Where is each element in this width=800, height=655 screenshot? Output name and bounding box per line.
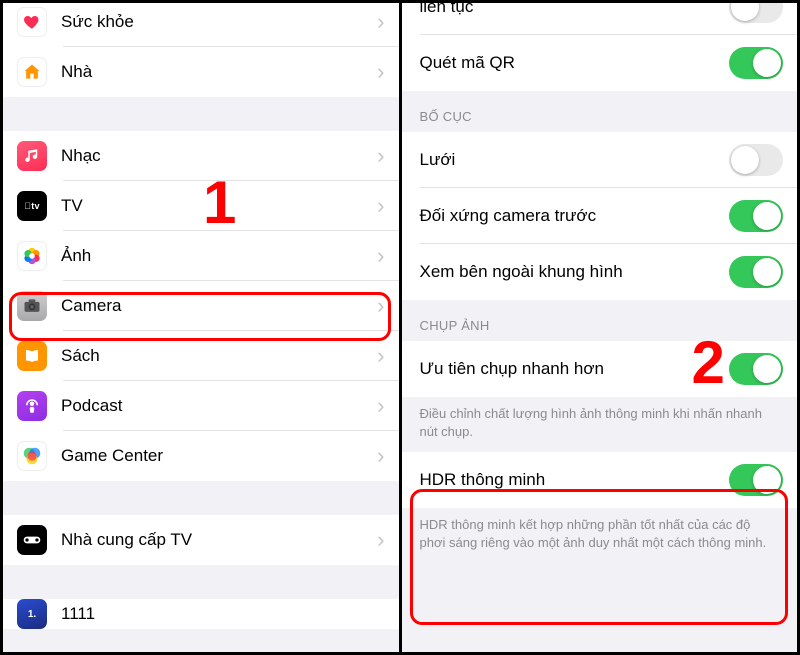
row-label: 1111: [61, 604, 385, 624]
toggle-row-view-outside[interactable]: Xem bên ngoài khung hình: [402, 244, 798, 300]
row-label: Nhạc: [61, 146, 377, 166]
footer-smart-hdr: HDR thông minh kết hợp những phần tốt nh…: [402, 508, 798, 563]
books-icon: [17, 341, 47, 371]
toggle[interactable]: [729, 200, 783, 232]
toggle-row-faster-shot[interactable]: Ưu tiên chụp nhanh hơn: [402, 341, 798, 397]
section-header-capture: CHỤP ẢNH: [402, 300, 798, 341]
chevron-right-icon: ›: [377, 9, 384, 35]
row-label: TV: [61, 196, 377, 216]
settings-item-health[interactable]: Sức khỏe ›: [3, 3, 399, 47]
settings-item-books[interactable]: Sách ›: [3, 331, 399, 381]
toggle-row-qr[interactable]: Quét mã QR: [402, 35, 798, 91]
row-label: Game Center: [61, 446, 377, 466]
settings-item-photos[interactable]: Ảnh ›: [3, 231, 399, 281]
row-label: Nhà cung cấp TV: [61, 530, 377, 550]
row-label: Quét mã QR: [420, 53, 730, 73]
settings-item-gamecenter[interactable]: Game Center ›: [3, 431, 399, 481]
row-label: Lưới: [420, 150, 730, 170]
camera-settings-panel: liên tục Quét mã QR BỐ CỤC Lưới Đối xứng…: [402, 3, 798, 652]
toggle-row-smart-hdr[interactable]: HDR thông minh: [402, 452, 798, 508]
chevron-right-icon: ›: [377, 443, 384, 469]
toggle[interactable]: [729, 144, 783, 176]
row-label: liên tục: [420, 3, 730, 17]
row-label: Camera: [61, 296, 377, 316]
settings-item-music[interactable]: Nhạc ›: [3, 131, 399, 181]
settings-item-partial[interactable]: 1. 1111: [3, 599, 399, 629]
settings-item-home[interactable]: Nhà ›: [3, 47, 399, 97]
row-label: Sức khỏe: [61, 12, 377, 32]
toggle[interactable]: [729, 353, 783, 385]
chevron-right-icon: ›: [377, 143, 384, 169]
toggle[interactable]: [729, 3, 783, 23]
chevron-right-icon: ›: [377, 293, 384, 319]
row-label: HDR thông minh: [420, 470, 730, 490]
tv-icon: tv: [17, 191, 47, 221]
settings-item-tv[interactable]: tv TV ›: [3, 181, 399, 231]
toggle[interactable]: [729, 256, 783, 288]
toggle[interactable]: [729, 47, 783, 79]
health-icon: [17, 7, 47, 37]
toggle-row-grid[interactable]: Lưới: [402, 132, 798, 188]
music-icon: [17, 141, 47, 171]
settings-item-podcast[interactable]: Podcast ›: [3, 381, 399, 431]
photos-icon: [17, 241, 47, 271]
footer-faster-shot: Điều chỉnh chất lượng hình ảnh thông min…: [402, 397, 798, 452]
row-label: Đối xứng camera trước: [420, 206, 730, 226]
toggle[interactable]: [729, 464, 783, 496]
chevron-right-icon: ›: [377, 393, 384, 419]
row-label: Podcast: [61, 396, 377, 416]
section-header-layout: BỐ CỤC: [402, 91, 798, 132]
chevron-right-icon: ›: [377, 527, 384, 553]
row-label: Sách: [61, 346, 377, 366]
gamecenter-icon: [17, 441, 47, 471]
app-1111-icon: 1.: [17, 599, 47, 629]
chevron-right-icon: ›: [377, 193, 384, 219]
settings-item-camera[interactable]: Camera ›: [3, 281, 399, 331]
podcast-icon: [17, 391, 47, 421]
settings-item-tvprovider[interactable]: Nhà cung cấp TV ›: [3, 515, 399, 565]
row-label: Ảnh: [61, 246, 377, 266]
camera-icon: [17, 291, 47, 321]
settings-list-panel: Sức khỏe › Nhà › Nhạc ›: [3, 3, 399, 652]
home-icon: [17, 57, 47, 87]
tvprovider-icon: [17, 525, 47, 555]
chevron-right-icon: ›: [377, 59, 384, 85]
row-label: Xem bên ngoài khung hình: [420, 262, 730, 282]
toggle-row-mirror[interactable]: Đối xứng camera trước: [402, 188, 798, 244]
row-label: Nhà: [61, 62, 377, 82]
chevron-right-icon: ›: [377, 243, 384, 269]
chevron-right-icon: ›: [377, 343, 384, 369]
toggle-row-partial-top[interactable]: liên tục: [402, 3, 798, 35]
row-label: Ưu tiên chụp nhanh hơn: [420, 359, 730, 379]
